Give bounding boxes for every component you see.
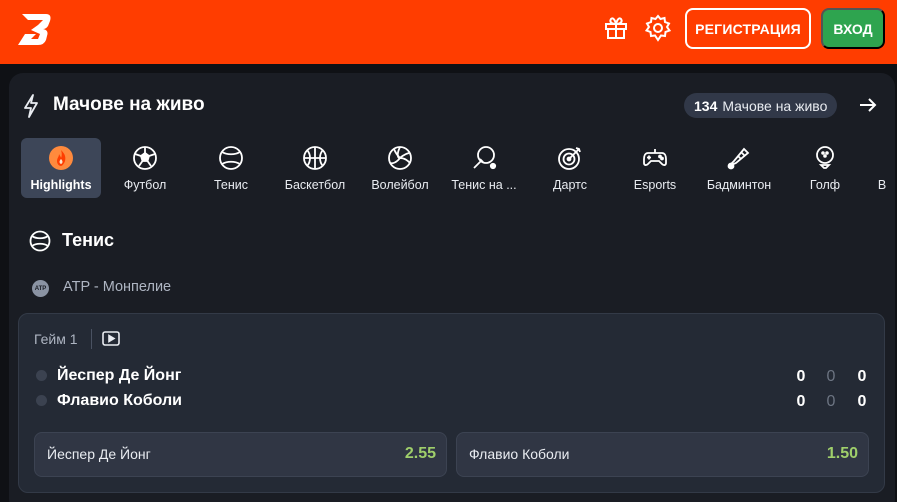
sport-tab-badminton[interactable]: Бадминтон — [699, 138, 779, 198]
basketball-icon — [303, 146, 327, 170]
sport-label: Волейбол — [371, 178, 429, 192]
odds-button[interactable]: Йеспер Де Йонг 2.55 — [34, 432, 447, 477]
player-name: Флавио Коболи — [57, 392, 183, 409]
sport-label: Тенис на ... — [451, 178, 517, 192]
divider — [91, 329, 92, 349]
live-stream-icon[interactable] — [102, 331, 120, 346]
sport-tab-tennis[interactable]: Тенис — [191, 138, 271, 198]
tournament-name[interactable]: ATP - Монпелие — [63, 279, 171, 295]
serve-indicator — [36, 370, 47, 381]
sport-label: Голф — [809, 178, 841, 192]
tennis-ball-icon — [29, 230, 51, 252]
sports-nav: Highlights Футбол Тенис Баскетбол Волейб… — [21, 138, 897, 200]
live-count-label: Мачове на живо — [722, 97, 828, 114]
arrow-right-icon[interactable] — [858, 95, 878, 115]
darts-icon — [558, 147, 581, 170]
game-label: Гейм 1 — [34, 331, 78, 347]
gear-icon[interactable] — [644, 14, 672, 42]
shuttlecock-icon — [727, 147, 750, 170]
section-title: Тенис — [62, 230, 115, 250]
score-value: 0 — [857, 368, 867, 385]
sport-tab-volleyball[interactable]: Волейбол — [360, 138, 440, 198]
atp-logo-icon: ATP — [32, 280, 49, 297]
odds-value: 2.55 — [404, 445, 436, 462]
score-value: 0 — [857, 393, 867, 410]
sport-label: Highlights — [30, 178, 92, 192]
volleyball-icon — [388, 146, 412, 170]
sport-tab-highlights[interactable]: Highlights — [21, 138, 101, 198]
login-button[interactable]: ВХОД — [821, 8, 885, 49]
sport-tab-basketball[interactable]: Баскетбол — [275, 138, 355, 198]
tennis-ball-icon — [219, 146, 243, 170]
brand-logo-icon[interactable] — [16, 12, 54, 46]
sport-label: Тенис — [213, 178, 249, 192]
soccer-ball-icon — [133, 146, 157, 170]
live-count-badge[interactable]: 134 Мачове на живо — [684, 93, 838, 118]
sport-tab-more[interactable]: В — [867, 138, 897, 198]
odds-value: 1.50 — [826, 445, 858, 462]
sport-tab-football[interactable]: Футбол — [105, 138, 185, 198]
player-name: Йеспер Де Йонг — [57, 367, 182, 384]
sport-tab-golf[interactable]: Голф — [785, 138, 865, 198]
live-count: 134 — [694, 97, 718, 114]
odds-selection-name: Флавио Коболи — [469, 446, 570, 462]
score-value: 0 — [796, 368, 806, 385]
live-matches-title: Мачове на живо — [53, 94, 205, 115]
score-value: 0 — [826, 368, 836, 385]
lightning-icon — [24, 94, 38, 118]
sport-tab-darts[interactable]: Дартс — [530, 138, 610, 198]
sport-label: Esports — [633, 178, 677, 192]
serve-indicator — [36, 395, 47, 406]
sport-tab-table-tennis[interactable]: Тенис на ... — [444, 138, 524, 198]
golf-icon — [816, 146, 834, 169]
sport-label: Баскетбол — [284, 178, 346, 192]
odds-selection-name: Йеспер Де Йонг — [47, 446, 151, 462]
sport-label: Бадминтон — [706, 178, 772, 192]
gamepad-icon — [643, 149, 667, 166]
score-value: 0 — [826, 393, 836, 410]
sport-label: Дартс — [553, 178, 587, 192]
sport-tab-esports[interactable]: Esports — [615, 138, 695, 198]
table-tennis-icon — [473, 146, 497, 170]
gift-icon[interactable] — [603, 14, 629, 40]
register-button[interactable]: РЕГИСТРАЦИЯ — [685, 8, 811, 49]
flame-icon — [49, 146, 73, 170]
sport-label: Футбол — [123, 178, 167, 192]
score-value: 0 — [796, 393, 806, 410]
odds-button[interactable]: Флавио Коболи 1.50 — [456, 432, 869, 477]
sport-label: В — [877, 178, 887, 192]
